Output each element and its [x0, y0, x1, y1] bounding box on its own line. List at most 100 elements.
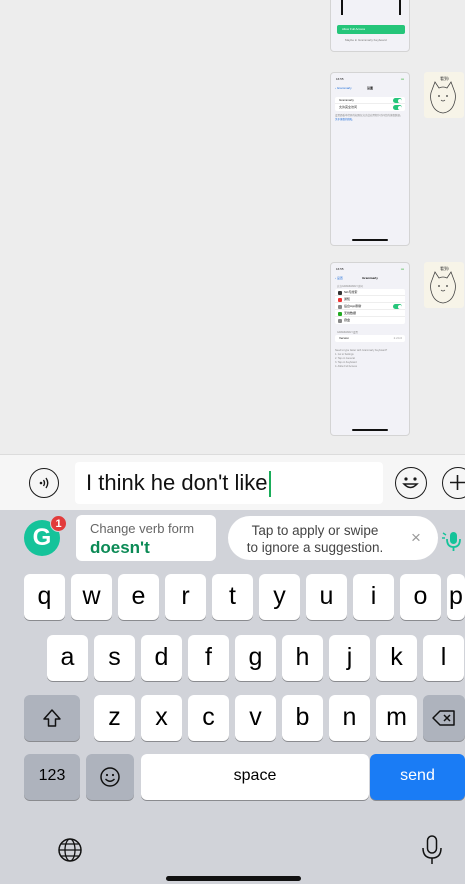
more-options-button[interactable] [442, 467, 465, 499]
key-d[interactable]: d [141, 635, 182, 681]
key-w[interactable]: w [71, 574, 112, 620]
key-q[interactable]: q [24, 574, 65, 620]
grammarly-keyboard: G 1 Change verb form doesn't Tap to appl… [0, 510, 465, 884]
mini-nav-title: 设置 [366, 86, 373, 90]
voice-icon [39, 477, 49, 489]
key-t[interactable]: t [212, 574, 253, 620]
mini-row: 无线数据 [335, 310, 405, 317]
key-h[interactable]: h [282, 635, 323, 681]
toggle-on-icon [393, 105, 402, 110]
key-k[interactable]: k [376, 635, 417, 681]
mini-nav-title: Grammarly [362, 276, 378, 280]
key-b[interactable]: b [282, 695, 323, 741]
key-o[interactable]: o [400, 574, 441, 620]
grammarly-dictation-icon[interactable] [441, 528, 465, 552]
mini-status-bar: 16:55 ▪▪▪ [336, 77, 404, 81]
close-hint-button[interactable]: × [411, 528, 421, 548]
key-r[interactable]: r [165, 574, 206, 620]
message-text: I think he don't like [86, 470, 268, 495]
suggestion-count-badge: 1 [50, 515, 67, 532]
mini-time: 16:55 [336, 77, 344, 81]
signal-icon: ▪▪▪ [400, 77, 404, 81]
mini-row: 通知 [335, 296, 405, 303]
mini-row: Grammarly [335, 97, 405, 104]
mini-row: Version 2.24.0 [339, 336, 402, 340]
shift-icon [43, 709, 61, 728]
numbers-key[interactable]: 123 [24, 754, 80, 800]
mini-nav-bar: ‹ Grammarly 设置 [335, 86, 405, 90]
hint-text: Tap to apply or swipe to ignore a sugges… [246, 523, 384, 555]
phone-frame-edge [341, 0, 343, 15]
key-g[interactable]: g [235, 635, 276, 681]
key-p[interactable]: p [447, 574, 465, 620]
voice-input-button[interactable] [29, 468, 59, 498]
suggestion-title: Change verb form [90, 521, 195, 536]
mini-nav-bar: ‹ 设置 Grammarly [335, 276, 405, 280]
thumb-allow-button: Allow Full Access [337, 25, 405, 34]
emoji-button[interactable] [395, 467, 427, 499]
key-n[interactable]: n [329, 695, 370, 741]
key-m[interactable]: m [376, 695, 417, 741]
image-message-thumb-1[interactable]: Allow Full Access Maybe in Grammarly Key… [330, 0, 410, 52]
space-key[interactable]: space [141, 754, 369, 800]
image-message-thumb-3[interactable]: 16:55 ▪▪▪ ‹ 设置 Grammarly 允许GRAMMARLY访问 S… [330, 262, 410, 436]
mini-settings-card: Grammarly 允许完全访问 [335, 97, 405, 111]
key-j[interactable]: j [329, 635, 370, 681]
cat-sticker[interactable]: 看到! [424, 72, 464, 118]
backspace-icon [432, 710, 455, 727]
smiley-icon [402, 477, 419, 489]
emoji-icon [100, 767, 120, 788]
key-x[interactable]: x [141, 695, 182, 741]
image-message-thumb-2[interactable]: 16:55 ▪▪▪ ‹ Grammarly 设置 Grammarly 允许完全访… [330, 72, 410, 246]
message-text-field[interactable]: I think he don't like [75, 462, 383, 504]
hint-tooltip: Tap to apply or swipe to ignore a sugges… [228, 516, 438, 560]
key-s[interactable]: s [94, 635, 135, 681]
thumb-sub-text: Maybe in Grammarly Keyboard [345, 38, 387, 42]
globe-icon[interactable] [56, 836, 84, 864]
home-indicator [352, 239, 388, 241]
mini-row: 允许完全访问 [335, 104, 405, 111]
suggestion-card[interactable]: Change verb form doesn't [76, 515, 216, 561]
phone-frame-edge [399, 0, 401, 15]
toggle-on-icon [393, 304, 402, 309]
grammarly-suggestion-bar: G 1 Change verb form doesn't Tap to appl… [0, 510, 465, 565]
suggestion-value: doesn't [90, 538, 150, 557]
emoji-key[interactable] [86, 754, 134, 800]
key-y[interactable]: y [259, 574, 300, 620]
key-f[interactable]: f [188, 635, 229, 681]
key-e[interactable]: e [118, 574, 159, 620]
home-indicator [166, 876, 301, 881]
mini-row: 后台App刷新 [335, 303, 405, 310]
cat-icon [430, 271, 456, 304]
mini-row: Siri与搜索 [335, 289, 405, 296]
mini-section-header: 允许GRAMMARLY访问 [337, 285, 363, 288]
mini-status-bar: 16:55 ▪▪▪ [336, 267, 404, 271]
mini-instructions: Need to type faster with Grammarly Keybo… [335, 349, 388, 368]
mini-time: 16:55 [336, 267, 344, 271]
text-cursor [268, 471, 271, 498]
shift-key[interactable] [24, 695, 80, 741]
delete-key[interactable] [423, 695, 465, 741]
plus-icon [450, 475, 465, 490]
mini-note: 设置面板中打开的权限仅允许此应用程序访问您的键盘数据。 关于键盘的隐私 [335, 114, 403, 121]
key-z[interactable]: z [94, 695, 135, 741]
mini-section-header: GRAMMARLY设置 [337, 331, 358, 334]
message-input-bar: I think he don't like [0, 454, 465, 510]
key-v[interactable]: v [235, 695, 276, 741]
key-c[interactable]: c [188, 695, 229, 741]
send-key[interactable]: send [370, 754, 465, 800]
mini-settings-card: Siri与搜索 通知 后台App刷新 无线数据 键盘 [335, 289, 405, 324]
mini-version-card: Version 2.24.0 [335, 335, 405, 342]
key-i[interactable]: i [353, 574, 394, 620]
cat-sticker[interactable]: 看到! [424, 262, 464, 308]
key-a[interactable]: a [47, 635, 88, 681]
home-indicator [352, 429, 388, 431]
key-l[interactable]: l [423, 635, 464, 681]
microphone-icon[interactable] [420, 834, 444, 866]
chat-area[interactable]: Allow Full Access Maybe in Grammarly Key… [0, 0, 465, 454]
key-u[interactable]: u [306, 574, 347, 620]
signal-icon: ▪▪▪ [400, 267, 404, 271]
toggle-on-icon [393, 98, 402, 103]
mini-row: 键盘 [335, 317, 405, 324]
cat-icon [430, 81, 456, 114]
